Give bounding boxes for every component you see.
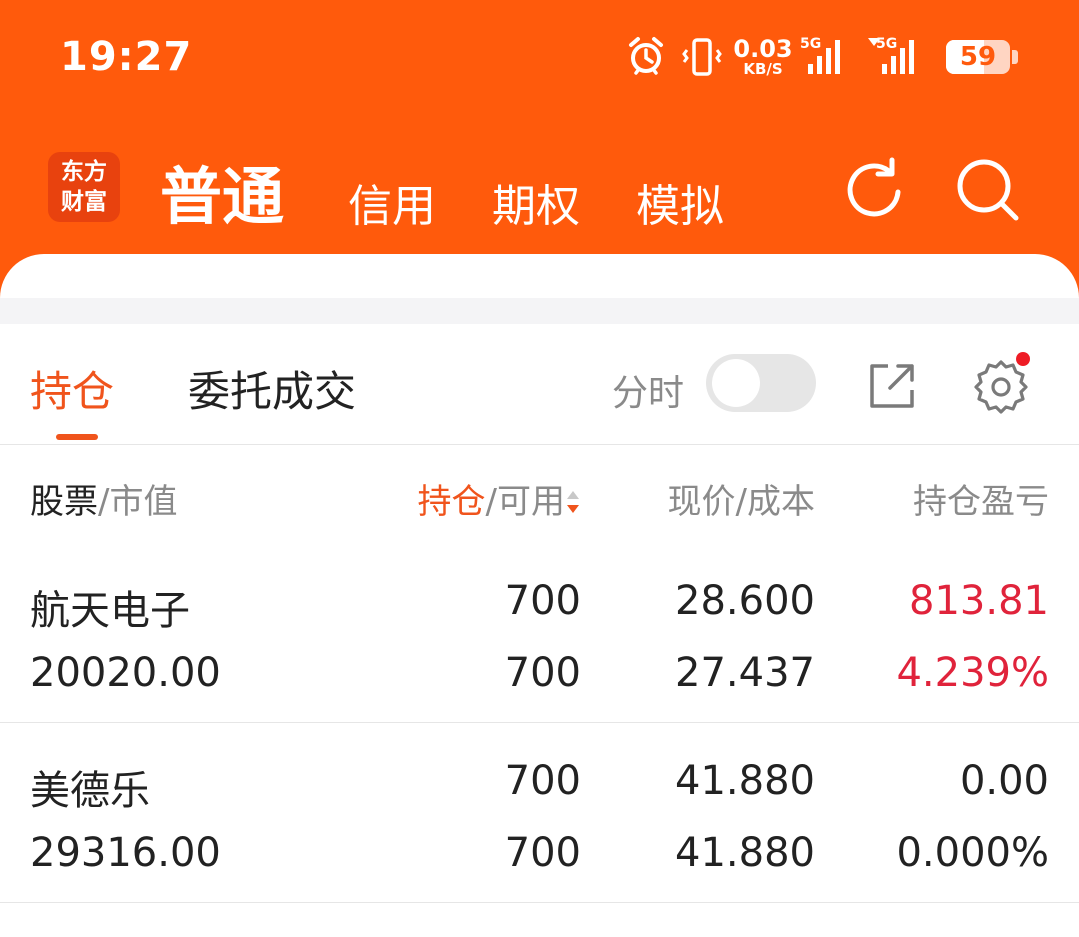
status-time: 19:27 [60, 34, 193, 80]
net-speed: 0.03 KB/S [732, 35, 794, 78]
tab-options[interactable]: 期权 [492, 170, 580, 234]
cost-price: 27.437 [675, 650, 815, 696]
profit-amount: 0.00 [959, 758, 1049, 804]
market-value: 20020.00 [30, 650, 221, 696]
current-price: 28.600 [675, 578, 815, 624]
market-value: 29316.00 [30, 830, 221, 876]
gear-icon[interactable] [972, 358, 1030, 416]
export-icon[interactable] [866, 360, 918, 412]
column-label-profit: 持仓盈亏 [913, 482, 1049, 522]
position-row[interactable]: 航天电子 20020.00 700 700 28.600 27.437 813.… [0, 542, 1079, 723]
column-header-holding[interactable]: 持仓/可用 [418, 474, 581, 523]
column-header-price[interactable]: 现价/成本 [668, 474, 815, 523]
stock-name: 航天电子 [30, 588, 190, 634]
tab-normal[interactable]: 普通 [160, 146, 284, 236]
signal-label: 5G [800, 36, 822, 52]
alarm-icon [629, 37, 663, 75]
notification-dot [1016, 352, 1030, 366]
sort-icon [567, 490, 579, 513]
search-icon[interactable] [952, 156, 1022, 226]
tab-orders[interactable]: 委托成交 [188, 358, 356, 419]
battery-level: 59 [959, 42, 997, 72]
profit-amount: 813.81 [909, 578, 1049, 624]
logo-text: 财富 [61, 189, 107, 215]
tab-credit[interactable]: 信用 [348, 170, 436, 234]
column-label-price: 现价 [667, 482, 736, 522]
net-speed-unit: KB/S [743, 60, 783, 78]
column-header-stock: 股票/市值 [30, 474, 177, 523]
tab-simulated[interactable]: 模拟 [636, 170, 724, 234]
stock-name: 美德乐 [30, 768, 150, 814]
separator-band [0, 298, 1079, 324]
column-label-stock: 股票 [30, 482, 98, 522]
column-label-market-value: /市值 [98, 482, 178, 522]
holding-qty: 700 [504, 758, 581, 804]
column-label-cost: /成本 [735, 482, 815, 522]
net-speed-value: 0.03 [733, 35, 793, 63]
current-price: 41.880 [675, 758, 815, 804]
app-logo: 东方 财富 [48, 152, 120, 222]
column-header-profit[interactable]: 持仓盈亏 [913, 474, 1049, 523]
signal-5g-1: 5G [800, 36, 850, 76]
battery-tip [1012, 50, 1018, 64]
signal-5g-2: 5G [866, 36, 916, 76]
refresh-icon[interactable] [840, 156, 910, 226]
split-time-toggle[interactable] [706, 354, 816, 412]
profit-percent: 0.000% [896, 830, 1049, 876]
column-label-holding: 持仓 [417, 482, 486, 522]
logo-text: 东方 [61, 159, 107, 185]
cost-price: 41.880 [675, 830, 815, 876]
available-qty: 700 [504, 650, 581, 696]
tab-holding[interactable]: 持仓 [30, 358, 114, 419]
position-row[interactable]: 美德乐 29316.00 700 700 41.880 41.880 0.00 … [0, 722, 1079, 903]
battery-icon: 59 [946, 40, 1010, 74]
split-time-label: 分时 [612, 373, 685, 414]
vibrate-icon [682, 38, 722, 76]
status-icons: 0.03 KB/S 5G 5G 59 [628, 36, 1018, 80]
position-tabs-bar: 持仓 委托成交 分时 [0, 324, 1079, 445]
profit-percent: 4.239% [896, 650, 1049, 696]
signal-label: 5G [876, 36, 898, 52]
holding-qty: 700 [504, 578, 581, 624]
toggle-knob [712, 359, 760, 407]
available-qty: 700 [504, 830, 581, 876]
column-label-available: /可用 [485, 482, 565, 522]
active-tab-indicator [56, 434, 98, 440]
